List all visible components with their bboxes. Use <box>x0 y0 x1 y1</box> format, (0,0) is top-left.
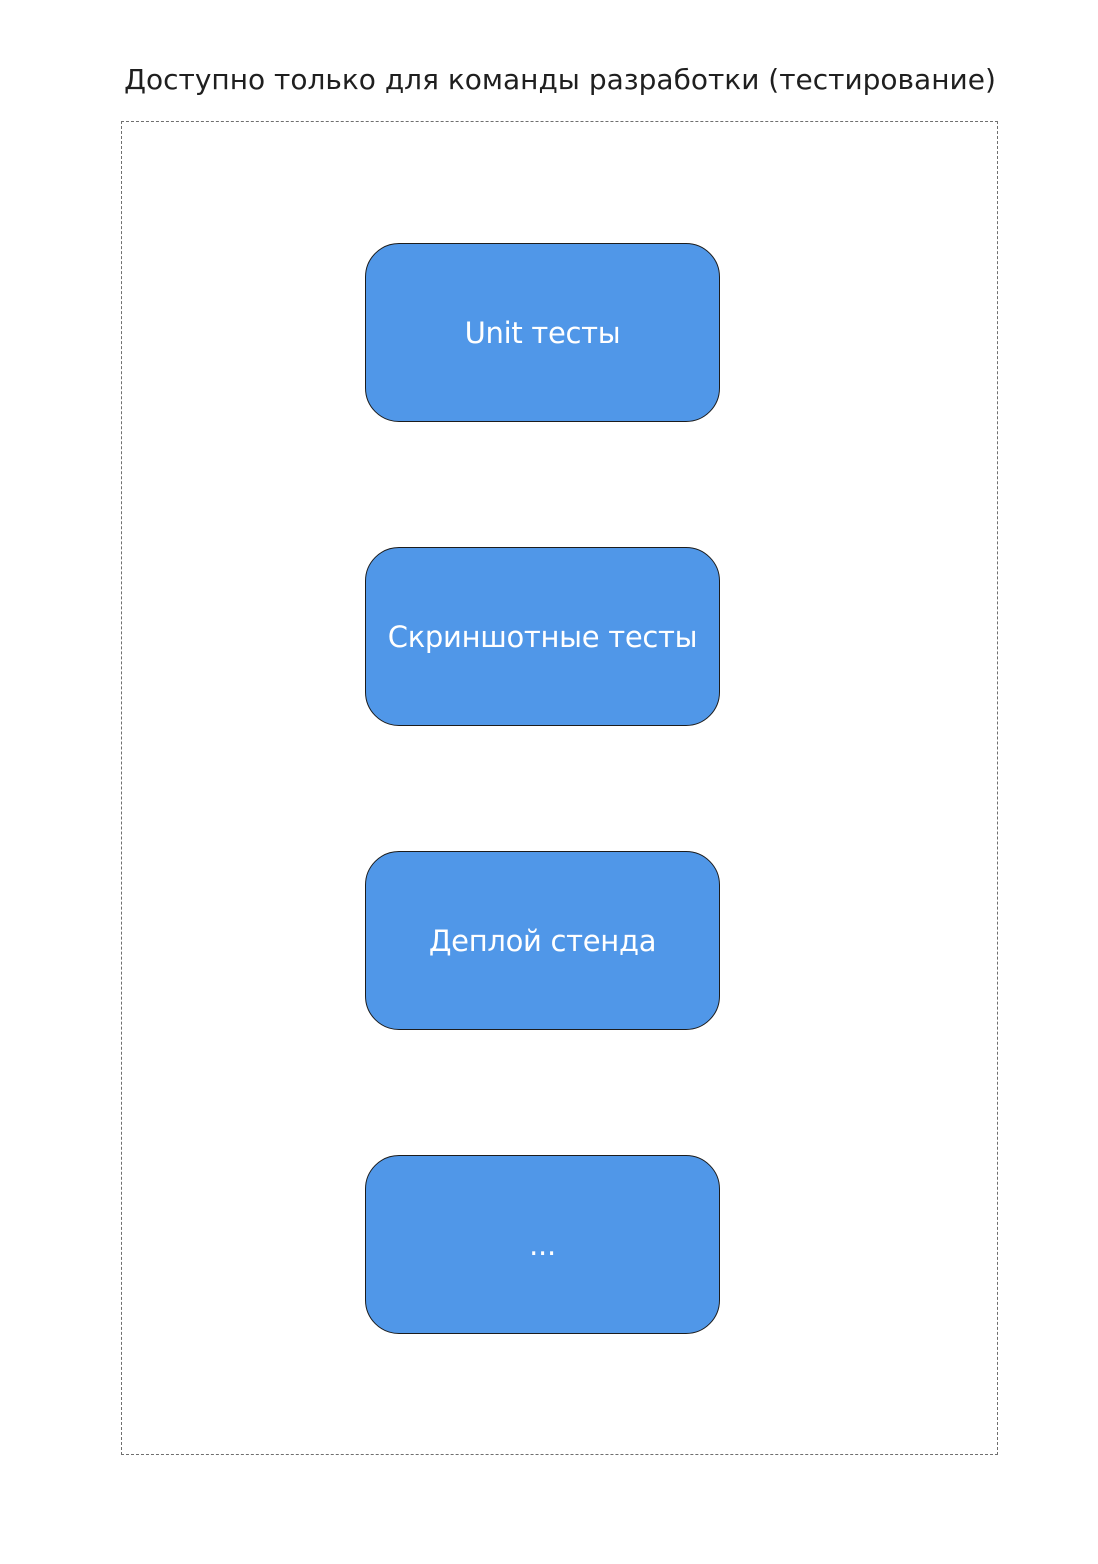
step-box-unit-tests[interactable]: Unit тесты <box>365 243 720 422</box>
step-label: Скриншотные тесты <box>387 619 698 654</box>
step-label: ... <box>529 1227 556 1262</box>
step-box-screenshot-tests[interactable]: Скриншотные тесты <box>365 547 720 726</box>
step-label: Деплой стенда <box>428 923 657 958</box>
step-box-stand-deploy[interactable]: Деплой стенда <box>365 851 720 1030</box>
step-box-more[interactable]: ... <box>365 1155 720 1334</box>
group-title: Доступно только для команды разработки (… <box>124 63 996 96</box>
step-label: Unit тесты <box>464 315 621 350</box>
